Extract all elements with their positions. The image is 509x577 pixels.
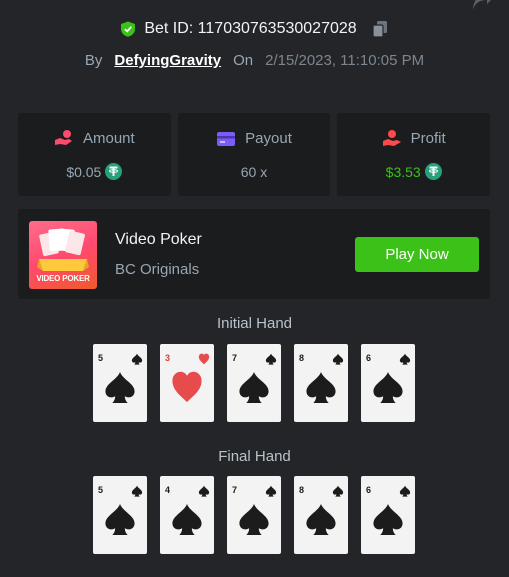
stat-label: Amount xyxy=(82,129,135,147)
stat-amount: Amount $0.05 xyxy=(18,113,171,196)
playing-card: 5 xyxy=(93,476,147,554)
spade-icon xyxy=(332,353,344,365)
card-rank: 6 xyxy=(366,353,372,363)
playing-card: 7 xyxy=(227,476,281,554)
card-rank: 5 xyxy=(98,353,104,363)
playing-card: 5 xyxy=(93,344,147,422)
card-rank: 3 xyxy=(165,353,171,363)
share-icon[interactable] xyxy=(467,0,495,10)
usdt-icon xyxy=(105,163,123,180)
thumbnail-label: VIDEO POKER xyxy=(36,274,90,283)
stat-label: Profit xyxy=(410,129,446,147)
card-rank: 5 xyxy=(98,485,104,495)
playing-card: 6 xyxy=(361,344,415,422)
copy-icon[interactable] xyxy=(371,20,389,38)
bet-author-row: By DefyingGravity On 2/15/2023, 11:10:05… xyxy=(0,52,509,69)
spade-icon xyxy=(265,485,277,497)
spade-icon xyxy=(265,353,277,365)
final-hand-title: Final Hand xyxy=(218,448,291,465)
bet-stats: Amount $0.05 Payout 60 x Profit $3.53 xyxy=(18,113,491,196)
wallet-card-icon xyxy=(217,131,236,146)
on-label: On xyxy=(233,52,254,69)
payout-value: 60 x xyxy=(240,163,268,180)
bet-id: Bet ID: 117030763530027028 xyxy=(144,20,357,37)
stat-payout: Payout 60 x xyxy=(177,113,331,196)
playing-card: 8 xyxy=(294,344,348,422)
spade-icon xyxy=(105,503,135,536)
play-now-button[interactable]: Play Now xyxy=(355,237,479,272)
hand-money-icon xyxy=(382,130,401,146)
spade-icon xyxy=(373,371,403,404)
playing-card: 3 xyxy=(160,344,214,422)
spade-icon xyxy=(172,503,202,536)
game-card: VIDEO POKER Video Poker BC Originals Pla… xyxy=(18,209,490,299)
spade-icon xyxy=(399,353,411,365)
heart-icon xyxy=(172,371,202,403)
spade-icon xyxy=(131,485,143,497)
profit-value: $3.53 xyxy=(385,163,421,180)
spade-icon xyxy=(306,371,336,404)
spade-icon xyxy=(239,503,269,536)
initial-hand: 5 3 7 8 6 xyxy=(93,344,415,422)
shield-check-icon xyxy=(121,21,136,37)
spade-icon xyxy=(306,503,336,536)
spade-icon xyxy=(239,371,269,404)
username-link[interactable]: DefyingGravity xyxy=(114,52,221,69)
spade-icon xyxy=(399,485,411,497)
spade-icon xyxy=(131,353,143,365)
spade-icon xyxy=(105,371,135,404)
bet-date: 2/15/2023, 11:10:05 PM xyxy=(265,52,425,69)
spade-icon xyxy=(198,485,210,497)
card-rank: 6 xyxy=(366,485,372,495)
heart-icon xyxy=(198,353,210,365)
initial-hand-title: Initial Hand xyxy=(216,315,293,332)
card-rank: 8 xyxy=(299,485,305,495)
card-rank: 8 xyxy=(299,353,305,363)
game-thumbnail[interactable]: VIDEO POKER xyxy=(29,221,97,289)
final-hand: 5 4 7 8 6 xyxy=(93,476,415,554)
playing-card: 8 xyxy=(294,476,348,554)
bet-id-row: Bet ID: 117030763530027028 xyxy=(0,20,509,38)
by-label: By xyxy=(84,52,103,69)
amount-value: $0.05 xyxy=(66,163,102,180)
card-rank: 4 xyxy=(165,485,171,495)
card-rank: 7 xyxy=(232,353,238,363)
spade-icon xyxy=(373,503,403,536)
hand-coin-icon xyxy=(54,130,72,145)
stat-profit: Profit $3.53 xyxy=(337,113,491,196)
game-provider: BC Originals xyxy=(115,261,200,278)
stat-label: Payout xyxy=(245,130,292,147)
spade-icon xyxy=(332,485,344,497)
playing-card: 7 xyxy=(227,344,281,422)
usdt-icon xyxy=(424,163,442,180)
playing-card: 6 xyxy=(361,476,415,554)
card-rank: 7 xyxy=(232,485,238,495)
playing-card: 4 xyxy=(160,476,214,554)
game-name: Video Poker xyxy=(115,231,202,248)
